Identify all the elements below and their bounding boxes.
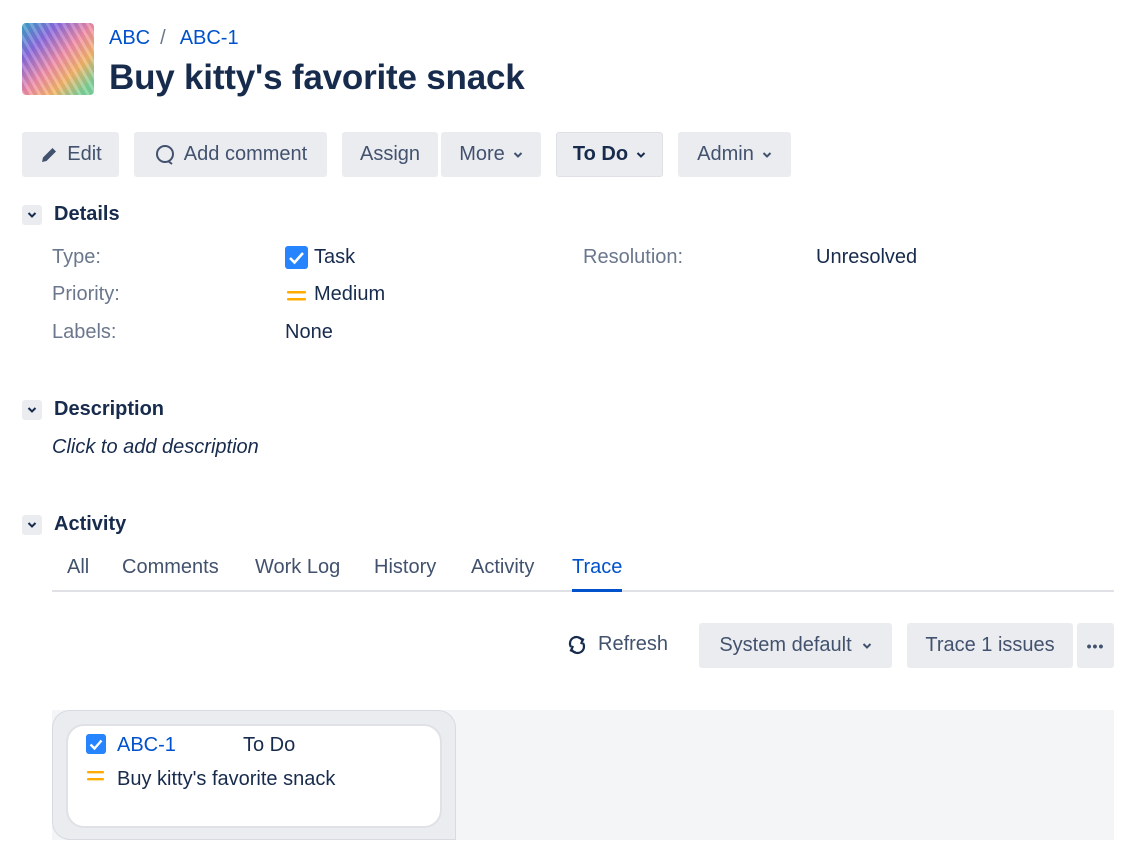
project-avatar[interactable] — [22, 23, 94, 95]
type-label: Type: — [52, 246, 101, 268]
comment-icon — [155, 144, 174, 165]
trace-issues-button[interactable]: Trace 1 issues — [907, 623, 1073, 668]
description-collapse-toggle[interactable] — [22, 399, 42, 420]
admin-button[interactable]: Admin — [678, 132, 791, 177]
status-button[interactable]: To Do — [556, 132, 663, 177]
type-value: Task — [285, 246, 355, 269]
trace-card-status: To Do — [243, 734, 296, 756]
task-checkbox-icon — [285, 246, 308, 269]
breadcrumb: ABC / ABC-1 — [109, 27, 239, 50]
status-button-label: To Do — [572, 143, 629, 165]
assign-button[interactable]: Assign — [342, 132, 438, 177]
tab-activity[interactable]: Activity — [471, 556, 534, 592]
labels-value[interactable]: None — [285, 321, 333, 344]
more-button-label: More — [459, 143, 505, 165]
priority-medium-icon — [87, 771, 104, 781]
chevron-down-icon — [27, 521, 37, 528]
page-title[interactable]: Buy kitty's favorite snack — [109, 58, 525, 98]
tab-work-log[interactable]: Work Log — [255, 556, 340, 592]
breadcrumb-issue-link[interactable]: ABC-1 — [180, 27, 239, 50]
more-actions-icon: ••• — [1086, 637, 1105, 654]
description-placeholder[interactable]: Click to add description — [52, 436, 259, 459]
resolution-label: Resolution: — [583, 246, 684, 268]
trace-card-issue-key[interactable]: ABC-1 — [117, 734, 176, 757]
tab-all[interactable]: All — [67, 556, 89, 592]
type-value-text: Task — [314, 246, 356, 268]
trace-card-summary: Buy kitty's favorite snack — [117, 768, 336, 790]
activity-heading: Activity — [54, 513, 127, 535]
activity-section-header: Activity — [22, 513, 126, 536]
labels-label: Labels: — [52, 321, 117, 343]
breadcrumb-separator: / — [160, 27, 166, 49]
breadcrumb-project-link[interactable]: ABC — [109, 27, 150, 50]
chevron-down-icon — [636, 151, 646, 158]
edit-button[interactable]: Edit — [22, 132, 119, 177]
admin-button-label: Admin — [697, 143, 754, 165]
resolution-value: Unresolved — [816, 246, 918, 268]
priority-label: Priority: — [52, 283, 120, 305]
assign-button-label: Assign — [359, 143, 421, 165]
task-checkbox-icon — [86, 734, 106, 754]
add-comment-button[interactable]: Add comment — [134, 132, 327, 177]
tab-history[interactable]: History — [374, 556, 436, 592]
activity-tabs: All Comments Work Log History Activity T… — [52, 556, 1114, 592]
activity-collapse-toggle[interactable] — [22, 514, 42, 535]
priority-medium-icon — [287, 290, 306, 300]
more-button[interactable]: More — [441, 132, 541, 177]
description-section-header: Description — [22, 398, 164, 421]
refresh-button-label: Refresh — [598, 633, 669, 655]
description-heading: Description — [54, 398, 165, 420]
chevron-down-icon — [862, 642, 871, 649]
edit-button-label: Edit — [67, 143, 102, 165]
add-comment-button-label: Add comment — [183, 143, 308, 165]
chevron-down-icon — [27, 211, 37, 218]
tab-comments[interactable]: Comments — [122, 556, 219, 592]
chevron-down-icon — [513, 151, 522, 158]
priority-value-text: Medium — [314, 283, 386, 305]
layout-select-value: System default — [719, 634, 852, 656]
details-collapse-toggle[interactable] — [22, 204, 42, 225]
trace-issues-button-label: Trace 1 issues — [925, 634, 1055, 656]
layout-select[interactable]: System default — [699, 623, 892, 668]
refresh-icon — [568, 635, 586, 654]
chevron-down-icon — [762, 151, 772, 158]
chevron-down-icon — [27, 406, 37, 413]
more-actions-button[interactable]: ••• — [1077, 623, 1114, 668]
tab-trace[interactable]: Trace — [572, 556, 623, 592]
pencil-icon — [42, 147, 57, 162]
details-section-header: Details — [22, 203, 120, 226]
refresh-button[interactable]: Refresh — [566, 633, 668, 656]
details-heading: Details — [54, 203, 120, 225]
priority-value: Medium — [287, 283, 385, 306]
